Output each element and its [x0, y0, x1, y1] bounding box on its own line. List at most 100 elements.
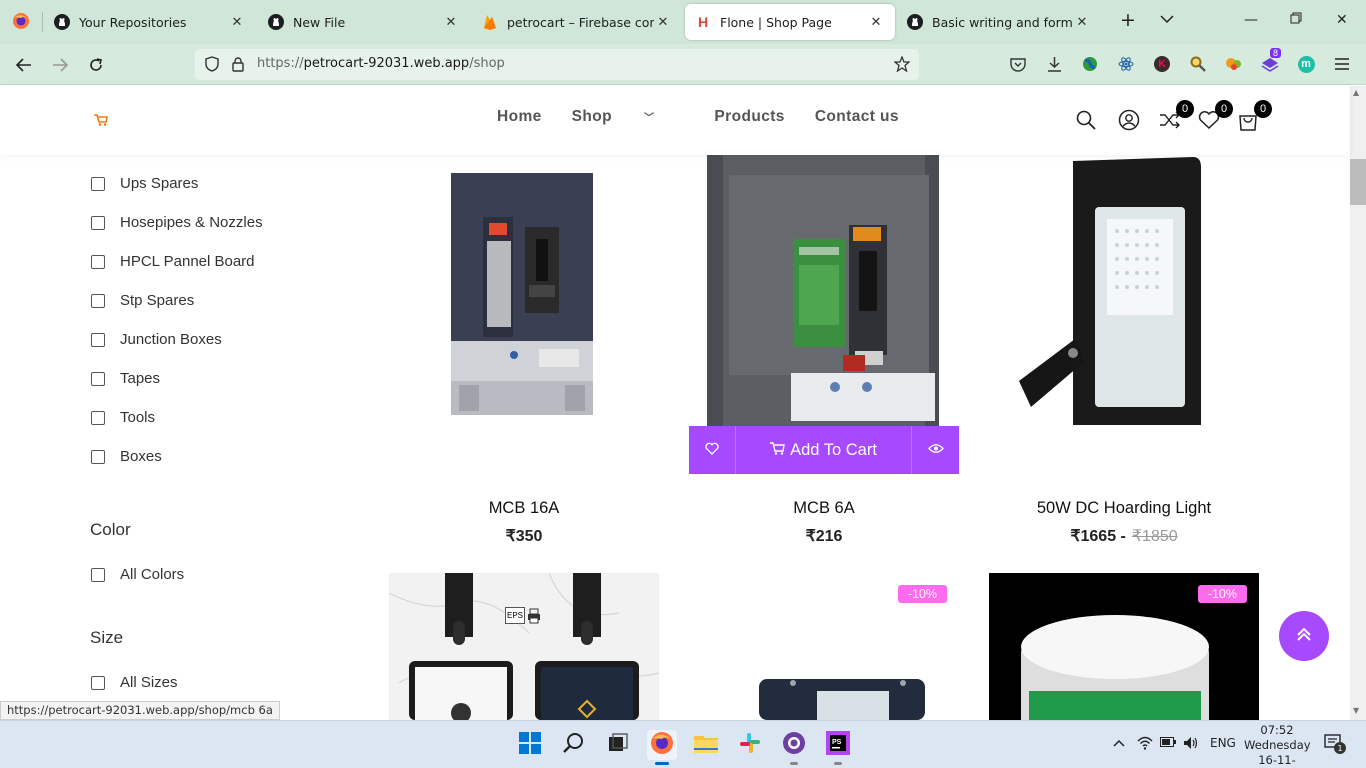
close-tab-icon[interactable]: ✕ — [228, 15, 246, 30]
m-extension-icon[interactable]: m — [1296, 54, 1316, 74]
browser-tab-bar: Your Repositories ✕ New File ✕ petrocart… — [0, 0, 1366, 44]
account-icon[interactable] — [1117, 108, 1141, 132]
category-checkbox[interactable]: HPCL Pannel Board — [90, 253, 255, 270]
category-checkbox[interactable]: Boxes — [90, 448, 162, 465]
product-name[interactable]: MCB 6A — [689, 499, 959, 518]
checkbox-square[interactable] — [91, 176, 105, 191]
category-checkbox[interactable]: Junction Boxes — [90, 331, 222, 348]
tab-your-repositories[interactable]: Your Repositories ✕ — [44, 4, 256, 40]
shield-icon[interactable] — [203, 55, 221, 73]
product-image[interactable] — [689, 155, 959, 426]
product-card[interactable]: MCB 16A ₹350 — [389, 155, 659, 555]
checkbox-square[interactable] — [91, 215, 105, 230]
k-extension-icon[interactable]: K — [1152, 54, 1172, 74]
category-checkbox[interactable]: Tools — [90, 409, 155, 426]
checkbox-square[interactable] — [91, 371, 105, 386]
address-bar[interactable]: https://petrocart-92031.web.app/shop — [195, 49, 919, 80]
checkbox-square[interactable] — [91, 410, 105, 425]
lock-icon[interactable] — [229, 55, 247, 73]
scroll-up-arrow-icon[interactable]: ▲ — [1353, 88, 1359, 97]
taskbar-slack[interactable] — [735, 730, 765, 760]
color-checkbox[interactable]: All Colors — [90, 566, 184, 583]
search-extension-icon[interactable] — [1188, 54, 1208, 74]
back-icon[interactable] — [12, 53, 36, 77]
scroll-down-arrow-icon[interactable]: ▼ — [1353, 706, 1359, 715]
add-to-wishlist-button[interactable] — [689, 426, 736, 474]
product-image[interactable]: -10% — [989, 573, 1259, 720]
category-checkbox[interactable]: Tapes — [90, 370, 160, 387]
clock[interactable]: 07:52 Wednesday 16-11-2022 — [1244, 723, 1311, 768]
product-image[interactable]: EPS — [389, 573, 659, 720]
category-checkbox[interactable]: Hosepipes & Nozzles — [90, 214, 263, 231]
battery-icon[interactable] — [1160, 736, 1176, 750]
tab-firebase-console[interactable]: petrocart – Firebase console ✕ — [472, 4, 682, 40]
firefox-menu-tab[interactable] — [0, 4, 42, 40]
checkbox-square[interactable] — [91, 332, 105, 347]
checkbox-square[interactable] — [91, 293, 105, 308]
notification-center-icon[interactable]: 1 — [1324, 734, 1346, 755]
tab-new-file[interactable]: New File ✕ — [258, 4, 470, 40]
quick-view-button[interactable] — [912, 426, 959, 474]
close-tab-icon[interactable]: ✕ — [867, 15, 885, 30]
volume-icon[interactable] — [1183, 736, 1199, 753]
checkbox-square[interactable] — [91, 675, 105, 690]
size-checkbox[interactable]: All Sizes — [90, 674, 178, 691]
product-price: ₹350 — [505, 528, 543, 545]
page-scrollbar[interactable]: ▲ ▼ — [1350, 86, 1366, 720]
product-action-bar: Add To Cart — [689, 426, 959, 474]
react-devtools-icon[interactable] — [1116, 54, 1136, 74]
close-tab-icon[interactable]: ✕ — [654, 15, 672, 30]
product-name[interactable]: MCB 16A — [389, 499, 659, 518]
url-text[interactable]: https://petrocart-92031.web.app/shop — [257, 56, 505, 71]
globe-extension-icon[interactable] — [1080, 54, 1100, 74]
nav-shop[interactable]: Shop ﹀ — [572, 108, 685, 126]
list-tabs-icon[interactable] — [1160, 12, 1174, 28]
downloads-icon[interactable] — [1044, 54, 1064, 74]
tab-basic-writing[interactable]: Basic writing and formatting ✕ — [897, 4, 1101, 40]
product-image[interactable] — [389, 155, 659, 425]
close-tab-icon[interactable]: ✕ — [1073, 15, 1091, 30]
running-indicator — [834, 762, 842, 765]
product-card[interactable]: MCB 6A ₹216 — [689, 155, 959, 555]
forward-icon[interactable] — [48, 53, 72, 77]
reload-icon[interactable] — [84, 53, 108, 77]
nav-home[interactable]: Home — [497, 108, 542, 126]
stacked-extension-icon[interactable]: 8 — [1260, 48, 1282, 74]
show-hidden-icons-icon[interactable] — [1113, 736, 1125, 750]
checkbox-square[interactable] — [91, 449, 105, 464]
product-image[interactable]: -10% — [689, 573, 959, 720]
tab-flone-shop-page[interactable]: H Flone | Shop Page ✕ — [685, 4, 895, 40]
add-to-cart-button[interactable]: Add To Cart — [736, 426, 912, 474]
category-checkbox[interactable]: Stp Spares — [90, 292, 194, 309]
product-card[interactable]: 50W DC Hoarding Light ₹1665 - ₹1850 — [989, 155, 1259, 555]
wifi-icon[interactable] — [1137, 736, 1153, 753]
scrollbar-thumb[interactable] — [1350, 159, 1366, 205]
product-name[interactable]: 50W DC Hoarding Light — [989, 499, 1259, 518]
task-view-button[interactable] — [603, 730, 633, 760]
taskbar-search-button[interactable] — [559, 730, 589, 760]
restore-icon[interactable] — [1290, 12, 1302, 28]
color-extension-icon[interactable] — [1224, 54, 1244, 74]
close-window-icon[interactable]: ✕ — [1336, 12, 1348, 28]
checkbox-square[interactable] — [91, 567, 105, 582]
scroll-to-top-button[interactable] — [1279, 611, 1329, 661]
bookmark-star-icon[interactable] — [893, 55, 911, 73]
input-language[interactable]: ENG — [1210, 736, 1236, 750]
search-icon[interactable] — [1074, 108, 1098, 132]
checkbox-square[interactable] — [91, 254, 105, 269]
product-image[interactable] — [989, 155, 1259, 425]
pocket-icon[interactable] — [1008, 54, 1028, 74]
taskbar-file-explorer[interactable] — [691, 730, 721, 760]
nav-contact[interactable]: Contact us — [815, 108, 899, 126]
start-button[interactable] — [515, 730, 545, 760]
category-checkbox[interactable]: Ups Spares — [90, 175, 198, 192]
taskbar-firefox[interactable] — [647, 730, 677, 765]
taskbar-github-desktop[interactable] — [779, 730, 809, 765]
taskbar-phpstorm[interactable]: PS — [823, 730, 853, 765]
new-tab-icon[interactable]: + — [1120, 9, 1136, 31]
cart-logo-icon[interactable] — [94, 114, 108, 130]
close-tab-icon[interactable]: ✕ — [442, 15, 460, 30]
hamburger-menu-icon[interactable] — [1332, 54, 1352, 74]
minimize-icon[interactable]: — — [1244, 12, 1258, 28]
nav-products[interactable]: Products — [714, 108, 784, 126]
